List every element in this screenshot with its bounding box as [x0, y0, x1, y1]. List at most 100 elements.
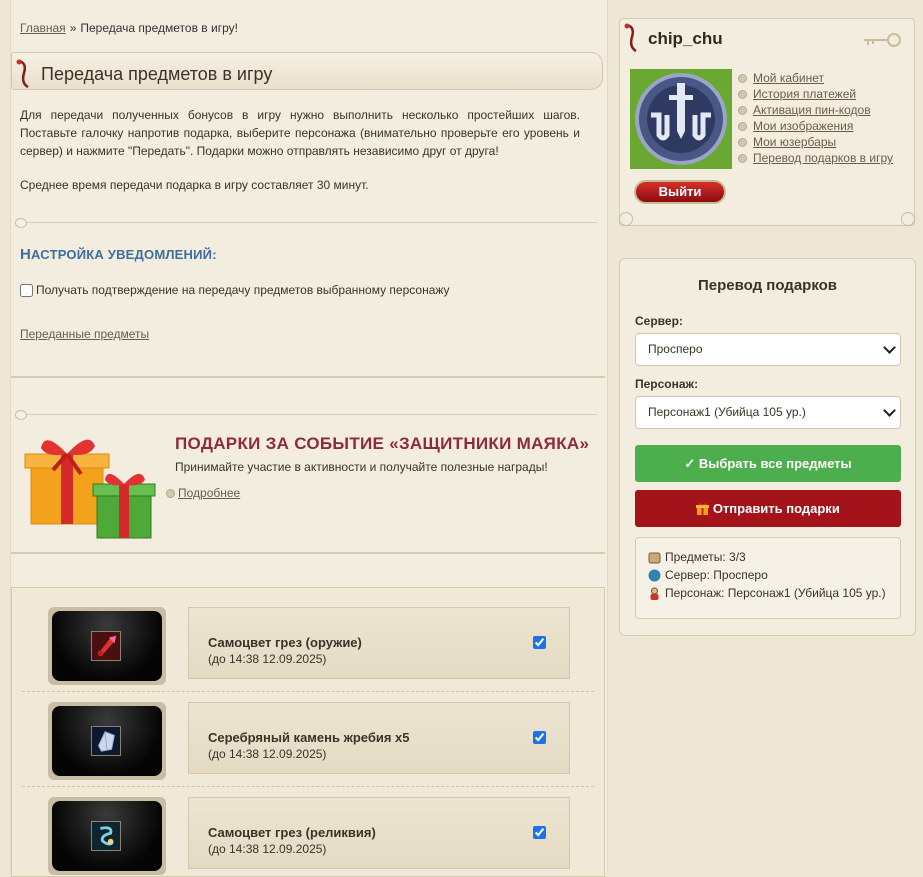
character-icon	[650, 587, 659, 600]
key-icon	[864, 33, 901, 47]
breadcrumb-home-link[interactable]: Главная	[20, 21, 66, 35]
transfer-panel-title: Перевод подарков	[697, 277, 838, 294]
item-checkbox[interactable]	[533, 826, 546, 839]
user-menu-link[interactable]: Мои юзербары	[753, 134, 836, 150]
intro-text: Для передачи полученных бонусов в игру н…	[20, 106, 580, 210]
gift-item: Самоцвет грез (реликвия) (до 14:38 12.09…	[48, 797, 596, 877]
corner-ornament	[901, 212, 915, 226]
user-menu-link[interactable]: Мои изображения	[753, 118, 853, 134]
globe-icon	[648, 569, 661, 581]
item-name: Самоцвет грез (реликвия)	[208, 825, 376, 840]
section-divider	[15, 410, 603, 420]
corner-ornament	[619, 212, 633, 226]
user-menu-item[interactable]: История платежей	[738, 86, 893, 102]
send-gifts-label: Отправить подарки	[712, 501, 840, 516]
item-card[interactable]: Самоцвет грез (реликвия) (до 14:38 12.09…	[188, 797, 570, 869]
gift-boxes-icon	[24, 439, 156, 539]
transfer-summary: Предметы: 3/3 Сервер: Просперо Персонаж:…	[635, 537, 901, 619]
confirmation-checkbox[interactable]	[20, 283, 33, 297]
confirmation-checkbox-label: Получать подтверждение на передачу предм…	[36, 283, 450, 297]
logout-button[interactable]: Выйти	[634, 180, 726, 204]
item-checkbox[interactable]	[533, 636, 546, 649]
silver-stone-icon	[91, 726, 121, 756]
panel-bottom-border	[11, 372, 605, 378]
bullet-icon	[738, 105, 747, 115]
gift-transfer-panel: Перевод подарков Сервер: Просперо Персон…	[619, 258, 916, 636]
user-menu-item[interactable]: Мой кабинет	[738, 70, 893, 86]
scroll-ornament-icon	[624, 23, 637, 53]
chevron-down-icon	[883, 404, 896, 417]
notification-settings-heading: НАСТРОЙКА УВЕДОМЛЕНИЙ:	[20, 246, 217, 263]
item-expiry: (до 14:38 12.09.2025)	[208, 842, 327, 856]
intro-paragraph: Для передачи полученных бонусов в игру н…	[20, 108, 580, 158]
user-menu-item[interactable]: Перевод подарков в игру	[738, 150, 893, 166]
event-more-link[interactable]: Подробнее	[178, 486, 240, 500]
select-all-button[interactable]: ✓ Выбрать все предметы	[635, 445, 901, 482]
page-title: Передача предметов в игру	[41, 64, 273, 84]
gift-items-list: Самоцвет грез (оружие) (до 14:38 12.09.2…	[11, 587, 605, 877]
chevron-down-icon	[883, 341, 896, 354]
guild-emblem-icon	[635, 73, 727, 165]
item-separator	[22, 691, 594, 692]
red-gem-icon	[91, 631, 121, 661]
intro-paragraph: Среднее время передачи подарка в игру со…	[20, 178, 369, 192]
item-icon-frame	[48, 797, 166, 875]
summary-character: Персонаж: Персонаж1 (Убийца 105 ур.)	[648, 586, 886, 600]
item-expiry: (до 14:38 12.09.2025)	[208, 652, 327, 666]
section-divider	[15, 218, 603, 228]
user-menu-link[interactable]: Перевод подарков в игру	[753, 150, 893, 166]
bullet-icon	[738, 153, 747, 163]
relic-gem-icon	[91, 821, 121, 851]
username: chip_chu	[648, 29, 723, 48]
page-title-bar: Передача предметов в игру	[11, 52, 603, 90]
scroll-ornament-icon	[16, 59, 29, 89]
event-more-row: Подробнее	[166, 486, 240, 500]
event-title: ПОДАРКИ ЗА СОБЫТИЕ «ЗАЩИТНИКИ МАЯКА»	[175, 434, 590, 453]
item-name: Серебряный камень жребия x5	[208, 730, 410, 745]
item-icon-frame	[48, 702, 166, 780]
confirmation-checkbox-row[interactable]: Получать подтверждение на передачу предм…	[20, 283, 450, 297]
gift-item: Серебряный камень жребия x5 (до 14:38 12…	[48, 702, 596, 782]
summary-server: Сервер: Просперо	[648, 568, 768, 582]
bullet-icon	[738, 73, 747, 83]
bullet-icon	[738, 89, 747, 99]
server-label: Сервер:	[635, 314, 683, 328]
item-checkbox[interactable]	[533, 731, 546, 744]
user-menu-link[interactable]: История платежей	[753, 86, 856, 102]
breadcrumb-current: Передача предметов в игру!	[80, 21, 238, 35]
character-select-value: Персонаж1 (Убийца 105 ур.)	[648, 405, 806, 419]
user-menu-item[interactable]: Мои изображения	[738, 118, 893, 134]
gift-item: Самоцвет грез (оружие) (до 14:38 12.09.2…	[48, 607, 596, 687]
main-content: Главная» Передача предметов в игру! Перед…	[10, 0, 608, 877]
bullet-icon	[738, 137, 747, 147]
character-select[interactable]: Персонаж1 (Убийца 105 ур.)	[635, 396, 901, 429]
user-menu: Мой кабинет История платежей Активация п…	[738, 70, 893, 166]
server-select[interactable]: Просперо	[635, 333, 901, 366]
server-select-value: Просперо	[648, 342, 703, 356]
scroll-icon	[648, 552, 661, 563]
breadcrumb: Главная» Передача предметов в игру!	[20, 21, 238, 35]
user-menu-link[interactable]: Мой кабинет	[753, 70, 824, 86]
send-gifts-button[interactable]: Отправить подарки	[635, 490, 901, 527]
user-panel: chip_chu Мой кабинет История платежей Ак…	[619, 18, 915, 226]
user-menu-item[interactable]: Активация пин-кодов	[738, 102, 893, 118]
character-label: Персонаж:	[635, 377, 699, 391]
bullet-icon	[166, 488, 175, 498]
item-icon-frame	[48, 607, 166, 685]
summary-items: Предметы: 3/3	[648, 550, 746, 564]
event-description: Принимайте участие в активности и получа…	[175, 460, 548, 474]
transferred-items-link[interactable]: Переданные предметы	[20, 327, 149, 341]
avatar[interactable]	[630, 69, 732, 169]
item-expiry: (до 14:38 12.09.2025)	[208, 747, 327, 761]
breadcrumb-separator: »	[69, 21, 77, 35]
gift-icon	[696, 503, 710, 515]
item-card[interactable]: Серебряный камень жребия x5 (до 14:38 12…	[188, 702, 570, 774]
user-menu-link[interactable]: Активация пин-кодов	[753, 102, 871, 118]
panel-bottom-border	[11, 548, 605, 554]
user-menu-item[interactable]: Мои юзербары	[738, 134, 893, 150]
item-card[interactable]: Самоцвет грез (оружие) (до 14:38 12.09.2…	[188, 607, 570, 679]
item-name: Самоцвет грез (оружие)	[208, 635, 362, 650]
item-separator	[22, 786, 594, 787]
bullet-icon	[738, 121, 747, 131]
event-banner: ПОДАРКИ ЗА СОБЫТИЕ «ЗАЩИТНИКИ МАЯКА» При…	[11, 404, 605, 554]
